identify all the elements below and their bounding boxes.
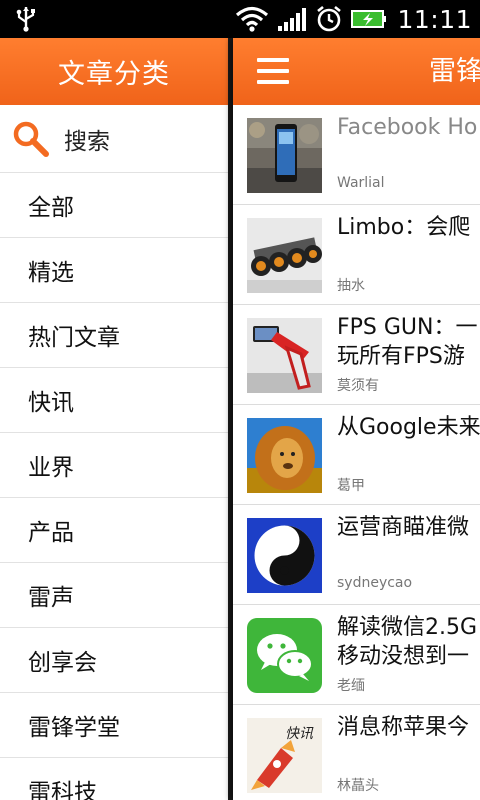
article-title-line-2: 移动没想到一: [337, 644, 470, 669]
gun-controller-thumb: [247, 318, 322, 393]
category-item-news-flash[interactable]: 快讯: [0, 368, 228, 433]
article-title: 运营商瞄准微: [337, 515, 470, 540]
article-item[interactable]: 运营商瞄准微 sydneycao: [233, 505, 480, 605]
article-item[interactable]: FPS GUN：一 玩所有FPS游 莫须有: [233, 305, 480, 405]
article-author: 抽水: [337, 278, 365, 294]
article-panel: 雷锋 Facebook Ho Warlial Limbo：会爬 抽水 FPS G…: [233, 38, 480, 800]
article-title: Limbo：会爬: [337, 215, 471, 240]
article-item[interactable]: Facebook Ho Warlial: [233, 105, 480, 205]
menu-icon[interactable]: [257, 58, 289, 84]
lion-thumb: [247, 418, 322, 493]
article-title: Facebook Ho: [337, 115, 478, 140]
article-title-line-2: 玩所有FPS游: [337, 344, 465, 369]
category-item-leisheng[interactable]: 雷声: [0, 563, 228, 628]
thumb-news-label: 快讯: [285, 726, 314, 742]
article-item[interactable]: Limbo：会爬 抽水: [233, 205, 480, 305]
yin-yang-thumb: [247, 518, 322, 593]
article-item[interactable]: 解读微信2.5G 移动没想到一 老缅: [233, 605, 480, 705]
usb-icon: [16, 7, 35, 32]
wifi-icon: [236, 6, 269, 32]
category-item-academy[interactable]: 雷锋学堂: [0, 693, 228, 758]
category-item-featured[interactable]: 精选: [0, 238, 228, 303]
app-title: 雷锋: [429, 56, 480, 87]
article-author: 莫须有: [337, 378, 379, 394]
drawer-title: 文章分类: [0, 38, 228, 105]
phone-photo-thumb: [247, 118, 322, 193]
category-item-all[interactable]: 全部: [0, 173, 228, 238]
article-title-line-1: FPS GUN：一: [337, 315, 478, 340]
category-drawer: 文章分类 搜索 全部 精选 热门文章 快讯 业界 产品 雷声 创享会 雷锋学堂 …: [0, 38, 228, 800]
status-bar: 11:11: [0, 0, 480, 38]
category-item-industry[interactable]: 业界: [0, 433, 228, 498]
article-title: 解读微信2.5G 移动没想到一: [337, 613, 480, 671]
category-item-popular[interactable]: 热门文章: [0, 303, 228, 368]
search-item[interactable]: 搜索: [0, 105, 228, 173]
article-item[interactable]: 从Google未来 葛甲: [233, 405, 480, 505]
signal-icon: [278, 8, 307, 31]
article-title: 从Google未来: [337, 415, 480, 440]
article-title: FPS GUN：一 玩所有FPS游: [337, 313, 480, 371]
wechat-thumb: [247, 618, 322, 693]
alarm-icon: [317, 5, 342, 32]
article-author: 林蕌头: [337, 778, 379, 794]
article-author: 葛甲: [337, 478, 365, 494]
battery-charging-icon: [351, 10, 387, 28]
article-author: sydneycao: [337, 575, 413, 591]
category-item-chuangxianghui[interactable]: 创享会: [0, 628, 228, 693]
robot-wheels-thumb: [247, 218, 322, 293]
article-title: 消息称苹果今: [337, 715, 470, 740]
clock-time: 11:11: [397, 4, 472, 34]
article-title-line-1: 解读微信2.5G: [337, 615, 478, 640]
search-label: 搜索: [64, 128, 110, 155]
article-author: Warlial: [337, 175, 385, 191]
news-rocket-thumb: 快讯: [247, 718, 322, 793]
category-item-products[interactable]: 产品: [0, 498, 228, 563]
article-item[interactable]: 快讯 消息称苹果今 林蕌头: [233, 705, 480, 800]
search-icon: [13, 121, 49, 157]
main-header: 雷锋: [233, 38, 480, 105]
category-item-tech[interactable]: 雷科技: [0, 758, 228, 800]
article-author: 老缅: [337, 678, 365, 694]
